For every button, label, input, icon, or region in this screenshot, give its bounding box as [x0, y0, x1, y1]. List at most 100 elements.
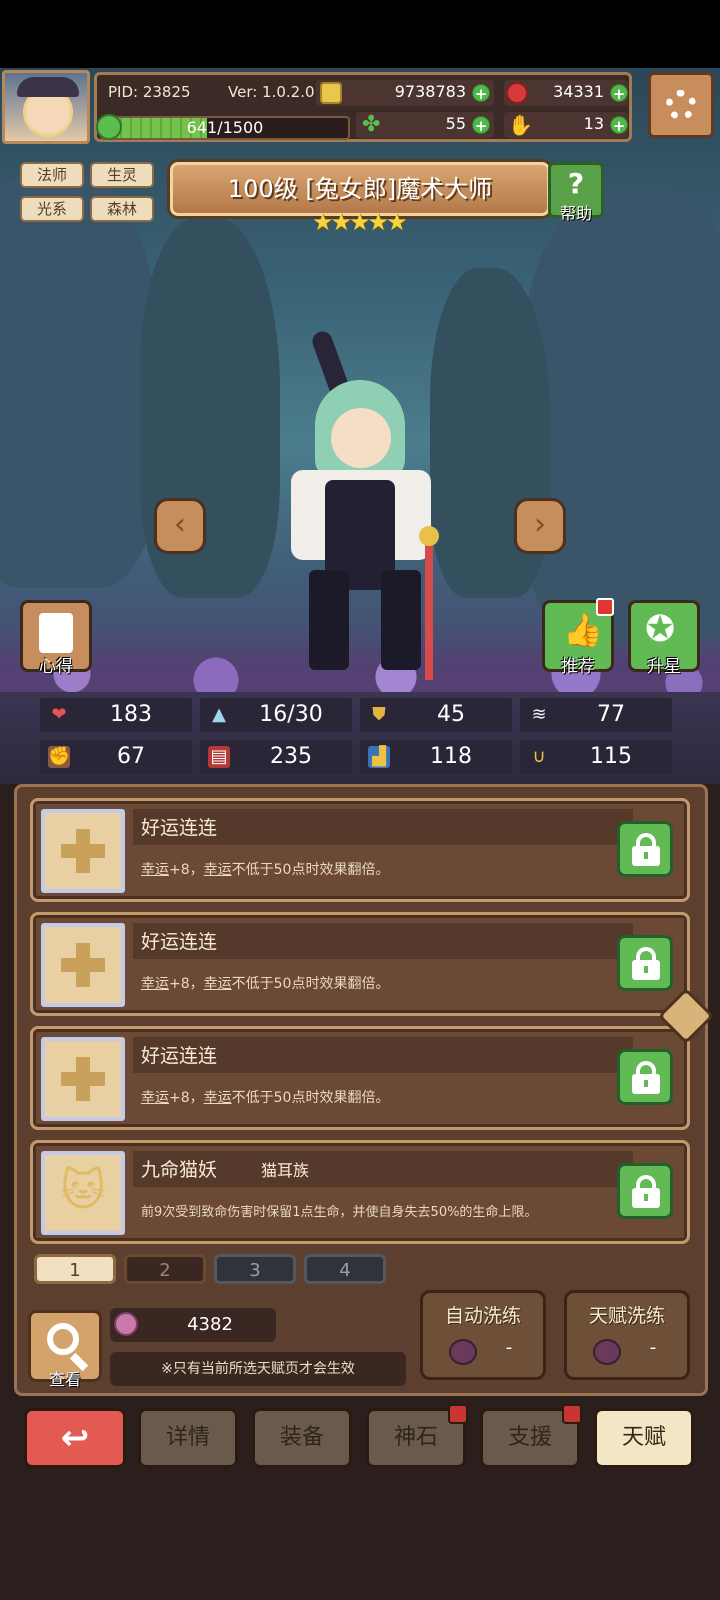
exp-text: 641/1500: [186, 118, 264, 137]
gear-icon: [666, 90, 696, 120]
hero-stars: ★★★★★: [312, 208, 408, 236]
talent-page-tab-2[interactable]: 2: [124, 1254, 206, 1284]
auto-wash-label: 自动洗练: [444, 1305, 521, 1327]
talent-icon: [41, 923, 125, 1007]
stat-hp: ❤ 183: [40, 698, 192, 732]
horseshoe-icon: ∪: [532, 746, 546, 767]
stat-magic: ▤ 235: [200, 740, 352, 774]
game-version: Ver: 1.0.2.0: [228, 83, 315, 101]
fist-icon: ✊: [48, 746, 71, 768]
shield-icon: ⛊: [372, 704, 386, 725]
player-id: PID: 23825: [108, 83, 191, 101]
star-up-label: 升星: [647, 657, 681, 677]
lock-icon: [632, 846, 660, 866]
prev-hero-button[interactable]: ‹: [154, 498, 206, 554]
hero-sprite: [285, 328, 445, 690]
talent-page-note: ※只有当前所选天赋页才会生效: [110, 1352, 406, 1386]
wing-icon: ≋: [531, 704, 547, 725]
talent-page-tab-1[interactable]: 1: [34, 1254, 116, 1284]
ruby-icon: [506, 82, 528, 104]
clover-cross-icon: [61, 943, 105, 987]
support-notification-dot: [562, 1404, 582, 1424]
magnifier-icon: [47, 1323, 79, 1355]
ruby-amount: 34331: [553, 82, 604, 101]
talent-page-tab-3[interactable]: 3: [214, 1254, 296, 1284]
stat-agility: ▟ 118: [360, 740, 512, 774]
tag-class: 法师: [20, 162, 84, 188]
hero-title: 100级 [兔女郎]魔术大师: [227, 175, 493, 203]
potion-count: 4382: [187, 1314, 233, 1335]
chevron-right-icon: ›: [534, 507, 546, 542]
boot-icon: ▟: [368, 746, 390, 768]
chevron-left-icon: ‹: [174, 507, 186, 542]
insight-label: 心得: [39, 657, 73, 677]
add-gold-button[interactable]: +: [472, 84, 490, 103]
gold-amount: 9738783: [394, 82, 466, 101]
stat-mana: ▲ 16/30: [200, 698, 352, 732]
thumbs-up-icon: 👍: [563, 611, 603, 649]
talent-card[interactable]: 好运连连 幸运+8，幸运不低于50点时效果翻倍。: [30, 1026, 690, 1130]
stat-luck: ∪ 115: [520, 740, 672, 774]
clover-cross-icon: [61, 1057, 105, 1101]
auto-wash-cost: -: [505, 1337, 513, 1358]
help-label: 帮助: [559, 204, 592, 223]
godstone-notification-dot: [448, 1404, 468, 1424]
hand-icon: ✋: [508, 113, 533, 137]
lock-button[interactable]: [617, 821, 673, 877]
talent-name: 好运连连: [141, 1045, 218, 1067]
stat-speed: ≋ 77: [520, 698, 672, 732]
potion-counter: 4382: [110, 1308, 276, 1342]
lock-button[interactable]: [617, 935, 673, 991]
stat-defense: ⛊ 45: [360, 698, 512, 732]
add-ruby-button[interactable]: +: [610, 84, 628, 103]
talent-card[interactable]: 好运连连 幸运+8，幸运不低于50点时效果翻倍。: [30, 912, 690, 1016]
talent-desc: 幸运+8，幸运不低于50点时效果翻倍。: [141, 862, 390, 878]
talent-wash-label: 天赋洗练: [588, 1305, 665, 1327]
potion-icon: [593, 1339, 621, 1365]
add-hand-button[interactable]: +: [610, 116, 628, 135]
auto-wash-button[interactable]: 自动洗练 -: [420, 1290, 546, 1380]
lock-button[interactable]: [617, 1049, 673, 1105]
stats-panel: ❤ 183 ▲ 16/30 ⛊ 45 ≋ 77 ✊ 67 ▤ 235 ▟ 118 ∪ 115: [0, 692, 720, 784]
talent-card[interactable]: 好运连连 幸运+8，幸运不低于50点时效果翻倍。: [30, 798, 690, 902]
tag-element: 光系: [20, 196, 84, 222]
gold-coin-icon: [320, 82, 342, 104]
talent-desc: 幸运+8，幸运不低于50点时效果翻倍。: [141, 976, 390, 992]
potion-icon: [114, 1312, 138, 1336]
talent-name: 九命猫妖: [141, 1159, 218, 1181]
next-hero-button[interactable]: ›: [514, 498, 566, 554]
nav-talent[interactable]: 天赋: [594, 1408, 694, 1468]
settings-button[interactable]: [648, 72, 714, 138]
clover-icon: ✤: [362, 112, 381, 137]
talent-icon: [41, 809, 125, 893]
question-icon: ?: [567, 167, 585, 200]
talent-name: 好运连连: [141, 817, 218, 839]
player-avatar[interactable]: [2, 70, 90, 144]
cat-face-icon: 🐱: [60, 1165, 106, 1216]
exp-bar: 641/1500: [100, 116, 350, 140]
recommend-notification-dot: [596, 598, 614, 616]
talent-icon: 🐱: [41, 1151, 125, 1235]
tag-race: 生灵: [90, 162, 154, 188]
exp-gem-icon: [96, 114, 122, 140]
talent-wash-button[interactable]: 天赋洗练 -: [564, 1290, 690, 1380]
add-clover-button[interactable]: +: [472, 116, 490, 135]
talent-name: 好运连连: [141, 931, 218, 953]
status-bar-area: [0, 0, 720, 68]
lock-icon: [632, 1188, 660, 1208]
back-button[interactable]: ↩: [24, 1408, 126, 1468]
potion-icon: [449, 1339, 477, 1365]
hand-amount: 13: [583, 114, 604, 133]
stat-attack: ✊ 67: [40, 740, 192, 774]
clover-amount: 55: [445, 114, 466, 133]
talent-page-tab-4[interactable]: 4: [304, 1254, 386, 1284]
tag-habitat: 森林: [90, 196, 154, 222]
mana-drop-icon: ▲: [212, 704, 226, 725]
lock-icon: [632, 1074, 660, 1094]
talent-icon: [41, 1037, 125, 1121]
nav-equip[interactable]: 装备: [252, 1408, 352, 1468]
talent-card[interactable]: 🐱 九命猫妖 猫耳族 前9次受到致命伤害时保留1点生命，并使自身失去50%的生命…: [30, 1140, 690, 1244]
recommend-label: 推荐: [561, 657, 595, 677]
nav-details[interactable]: 详情: [138, 1408, 238, 1468]
lock-button[interactable]: [617, 1163, 673, 1219]
